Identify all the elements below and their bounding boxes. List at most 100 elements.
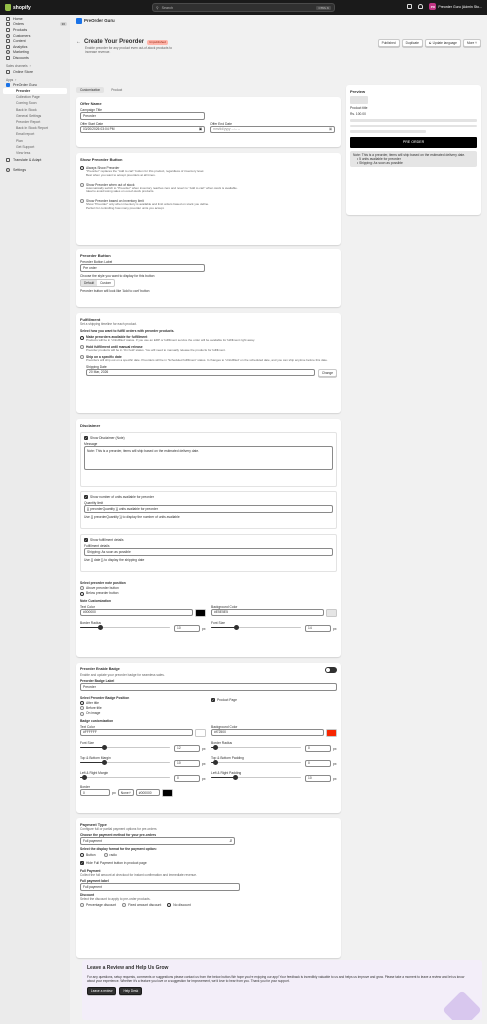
full-payment-label-input[interactable]: Full payment (80, 883, 240, 891)
border-color-input[interactable]: #000000 (135, 788, 160, 797)
radio-label: Fixed amount discount (128, 902, 162, 907)
quantity-limit-input[interactable]: {{ preorderQuantity }} units available f… (84, 505, 333, 513)
button-label-input[interactable]: Pre order (80, 264, 205, 272)
slider-handle[interactable] (213, 760, 218, 766)
slider-handle[interactable] (102, 760, 107, 766)
badge-text-color-input[interactable]: #FFFFFF (80, 728, 193, 737)
sidebar-subitem[interactable]: View less (3, 150, 67, 156)
fulfill-available-radio[interactable]: Make preorders available for fulfillment… (80, 335, 337, 343)
duplicate-button[interactable]: Duplicate (401, 39, 423, 48)
border-color-swatch[interactable] (161, 788, 173, 797)
border-style-select[interactable]: None ˅ (117, 788, 134, 797)
sidebar-item-settings[interactable]: Settings (3, 168, 67, 174)
slider-fill (211, 627, 236, 629)
fulfillment-details-input[interactable]: Shipping: As soon as possible (84, 548, 333, 556)
badge-lr-padding-input[interactable]: 10 (305, 774, 331, 783)
fixed-discount-radio[interactable]: Fixed amount discount (122, 902, 162, 908)
message-textarea[interactable]: Note: This is a preorder, items will shi… (84, 446, 333, 470)
badge-tb-padding-slider[interactable] (211, 760, 301, 766)
start-date-input[interactable]: 03/20/2026 03:04 PM ▣ (80, 125, 205, 133)
apps-icon[interactable] (407, 4, 413, 9)
badge-lr-margin-slider[interactable] (80, 775, 170, 781)
more-actions-button[interactable]: More ˅ (462, 39, 481, 48)
fulfill-hold-radio[interactable]: Hold fulfillment until manual release Pre… (80, 345, 337, 353)
change-date-button[interactable]: Change (317, 368, 337, 377)
note-radius-input[interactable]: 10 (174, 624, 200, 633)
radio-label: Percentage discount (86, 902, 117, 907)
border-width-input[interactable]: 0 (80, 788, 110, 797)
sidebar-item-products[interactable]: Products (3, 27, 67, 33)
no-discount-radio[interactable]: No discount (167, 903, 191, 908)
badge-bg-color-swatch[interactable] (326, 728, 337, 737)
slider-handle[interactable] (102, 745, 107, 751)
show-note-checkbox[interactable]: ✓ Show Disclaimer (Note) (84, 436, 333, 440)
display-button-radio[interactable]: Button (80, 853, 96, 857)
show-fulfillment-checkbox[interactable]: ✓ Show fulfillment details (84, 538, 333, 542)
slider-handle[interactable] (82, 775, 87, 781)
hide-full-payment-checkbox[interactable]: ✓ Hide Full Payment button in product pag… (80, 861, 337, 865)
style-custom-option[interactable]: Custom (97, 280, 114, 286)
note-text-color-swatch[interactable] (195, 608, 206, 617)
published-button[interactable]: Published (377, 39, 400, 48)
note-font-slider[interactable] (211, 625, 301, 631)
badge-tb-margin-slider[interactable] (80, 760, 170, 766)
preview-preorder-button[interactable]: PRE ORDER (350, 136, 477, 148)
sidebar-item-home[interactable]: Home (3, 16, 67, 22)
fulfill-ship-date-radio[interactable]: Ship on a specific date Preorders will sh… (80, 355, 337, 363)
note-text-color-input[interactable]: #000000 (80, 608, 193, 617)
note-bg-color-swatch[interactable] (326, 608, 337, 617)
account-menu[interactable]: PO Preorder Guru (Admin Sto... (429, 3, 482, 10)
always-show-radio[interactable]: Always Show Preorder "Preorder" replaces … (80, 166, 337, 178)
tab-customization[interactable]: Customization (76, 87, 105, 93)
badge-tb-margin-input[interactable]: 10 (174, 759, 200, 768)
help-desk-button[interactable]: Help Desk (119, 986, 143, 995)
note-font-input[interactable]: 14 (305, 624, 331, 633)
note-radius-slider[interactable] (80, 625, 170, 631)
slider-handle[interactable] (213, 745, 218, 751)
tab-product[interactable]: Product (107, 87, 126, 93)
slider-handle[interactable] (234, 625, 239, 631)
product-page-checkbox[interactable]: ✓ Product Page (211, 697, 337, 702)
badge-text-color-swatch[interactable] (195, 728, 206, 737)
show-units-checkbox[interactable]: ✓ Show number of units available for preo… (84, 495, 333, 499)
sidebar-item-translate[interactable]: Translate & Adapt (3, 157, 67, 163)
badge-radius-input[interactable]: 0 (305, 744, 331, 753)
campaign-title-input[interactable]: Preorder (80, 112, 205, 120)
app-title-bar: PreOrder Guru (70, 15, 487, 26)
badge-font-slider[interactable] (80, 745, 170, 751)
shipping-date-input[interactable]: 20 Mar, 2026 (86, 368, 315, 377)
badge-bg-color-input[interactable]: #f72500 (211, 728, 324, 737)
slider-handle[interactable] (233, 775, 238, 781)
slider-handle[interactable] (98, 625, 103, 631)
percentage-discount-radio[interactable]: Percentage discount (80, 902, 117, 908)
badge-before-title-radio[interactable]: Before title (80, 706, 206, 711)
badge-lr-padding-slider[interactable] (211, 775, 301, 781)
sidebar-item-analytics[interactable]: Analytics (3, 44, 67, 50)
inventory-limit-radio[interactable]: Show Preorder based on Inventory limit Sh… (80, 199, 337, 211)
back-arrow-icon[interactable]: ← (76, 39, 81, 45)
note-below-radio[interactable]: Below preorder button (80, 591, 337, 596)
sidebar-item-online-store[interactable]: Online Store (3, 69, 67, 75)
badge-label-input[interactable]: Preorder (80, 683, 337, 691)
display-radio-radio[interactable]: radio (103, 853, 117, 857)
payment-method-select[interactable]: Full payment ⇵ (80, 837, 235, 845)
leave-review-button[interactable]: Leave a review (87, 986, 117, 995)
note-bg-color-input[interactable]: #E5E5E5 (211, 608, 324, 617)
badge-enable-toggle[interactable] (325, 667, 337, 673)
preview-image-placeholder (350, 96, 368, 104)
update-language-button[interactable]: ☯ Update language (424, 39, 461, 48)
out-of-stock-radio[interactable]: Show Preorder when out of stock Automatic… (80, 183, 337, 195)
sidebar-item-discounts[interactable]: Discounts (3, 55, 67, 61)
end-date-input[interactable]: mm/dd/yyyy --:-- -- ▣ (210, 125, 335, 133)
badge-on-image-radio[interactable]: On image (80, 711, 206, 716)
note-above-radio[interactable]: Above preorder button (80, 586, 337, 591)
badge-lr-margin-input[interactable]: 0 (174, 774, 200, 783)
badge-font-input[interactable]: 12 (174, 744, 200, 753)
badge-radius-slider[interactable] (211, 745, 301, 751)
badge-tb-padding-input[interactable]: 0 (305, 759, 331, 768)
badge-after-title-radio[interactable]: After title (80, 701, 206, 705)
shopify-logo[interactable]: shopify (5, 4, 65, 11)
search-input[interactable]: ⚲ Search CTRL K (152, 3, 335, 12)
style-default-option[interactable]: Default (81, 279, 98, 286)
bell-icon[interactable] (418, 4, 424, 9)
